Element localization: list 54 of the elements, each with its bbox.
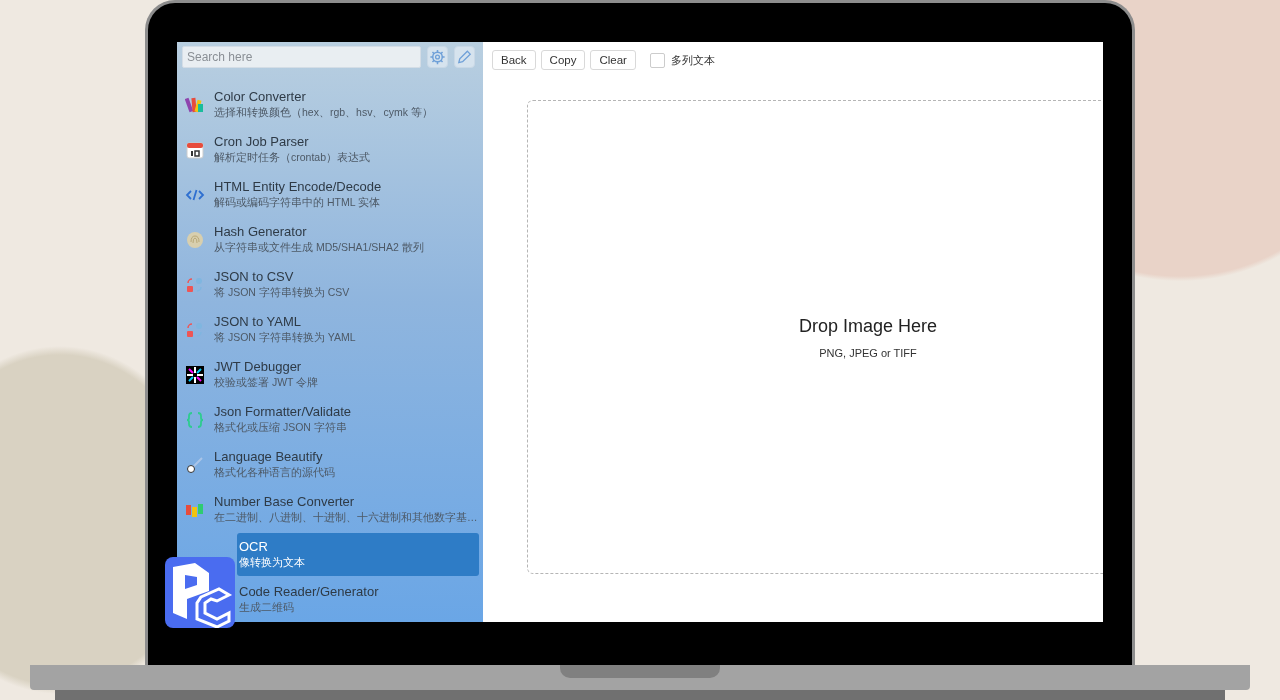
tool-title: Code Reader/Generator — [239, 584, 379, 599]
search-field[interactable]: Search here — [182, 46, 421, 68]
edit-button[interactable] — [454, 46, 475, 68]
sidebar-item[interactable]: Color Converter 选择和转换颜色（hex、rgb、hsv、cymk 等） — [177, 83, 479, 126]
toolbar-button[interactable]: Clear — [590, 50, 636, 70]
drop-zone[interactable]: Drop Image Here PNG, JPEG or TIFF — [527, 100, 1103, 574]
sidebar-item[interactable]: HTML Entity Encode/Decode 解码或编码字符串中的 HTML 实体 — [177, 173, 479, 216]
tool-description: 解析定时任务（crontab）表达式 — [214, 151, 371, 165]
tool-title: Number Base Converter — [214, 494, 356, 509]
settings-icon — [428, 47, 447, 67]
calendar-icon — [185, 139, 205, 160]
tool-title: Language Beautify — [214, 449, 324, 464]
tool-description: 将 JSON 字符串转换为 CSV — [214, 286, 350, 300]
tool-description: 在二进制、八进制、十进制、十六进制和其他数字基… — [214, 511, 478, 525]
tool-title: JWT Debugger — [214, 359, 303, 374]
starburst-icon — [185, 364, 205, 385]
tool-title: Cron Job Parser — [214, 134, 310, 149]
tool-title: Json Formatter/Validate — [214, 404, 352, 419]
toolbar-button[interactable]: Copy — [540, 50, 586, 70]
drop-zone-hint: PNG, JPEG or TIFF — [819, 346, 917, 359]
toolbar-button[interactable]: Back — [492, 50, 536, 70]
sidebar-item[interactable]: Json Formatter/Validate 格式化或压缩 JSON 字符串 — [177, 398, 479, 441]
sidebar-item[interactable]: Code Reader/Generator 生成二维码 — [237, 578, 479, 621]
sidebar-item[interactable]: Cron Job Parser 解析定时任务（crontab）表达式 — [177, 128, 479, 171]
sidebar-item[interactable]: JSON to YAML 将 JSON 字符串转换为 YAML — [177, 308, 479, 351]
sidebar-item[interactable]: Number Base Converter 在二进制、八进制、十进制、十六进制和其他数字基… — [177, 488, 479, 531]
tool-description: 生成二维码 — [239, 601, 295, 615]
tool-title: JSON to YAML — [214, 314, 302, 329]
tool-title: Hash Generator — [214, 224, 308, 239]
brush-icon — [185, 454, 205, 475]
tool-title: Color Converter — [214, 89, 307, 104]
tool-description: 格式化或压缩 JSON 字符串 — [214, 421, 348, 435]
sidebar-item[interactable]: Hash Generator 从字符串或文件生成 MD5/SHA1/SHA2 散列 — [177, 218, 479, 261]
fingerprint-icon — [185, 229, 205, 250]
drop-zone-title: Drop Image Here — [798, 315, 938, 337]
tool-description: 从字符串或文件生成 MD5/SHA1/SHA2 散列 — [214, 241, 424, 255]
checkbox[interactable] — [649, 52, 665, 68]
tool-title: OCR — [239, 539, 269, 554]
tool-description: 格式化各种语言的源代码 — [214, 466, 335, 480]
tool-description: 校验或签署 JWT 令牌 — [214, 376, 319, 390]
tool-description: 将 JSON 字符串转换为 YAML — [214, 331, 356, 345]
checkbox-label: 多列文本 — [670, 52, 715, 68]
sidebar-item[interactable]: Language Beautify 格式化各种语言的源代码 — [177, 443, 479, 486]
tool-title: JSON to CSV — [214, 269, 295, 284]
tool-description: 选择和转换颜色（hex、rgb、hsv、cymk 等） — [214, 106, 433, 120]
sidebar-item[interactable]: OCR 像转换为文本 — [237, 533, 479, 576]
logo-icon — [165, 557, 235, 628]
tool-title: HTML Entity Encode/Decode — [214, 179, 382, 194]
sidebar-item[interactable]: JSON to CSV 将 JSON 字符串转换为 CSV — [177, 263, 479, 306]
tool-description: 解码或编码字符串中的 HTML 实体 — [214, 196, 382, 210]
braces-icon — [185, 409, 205, 430]
sidebar-item[interactable]: JWT Debugger 校验或签署 JWT 令牌 — [177, 353, 479, 396]
tool-description: 像转换为文本 — [239, 556, 305, 570]
settings-button[interactable] — [427, 46, 448, 68]
